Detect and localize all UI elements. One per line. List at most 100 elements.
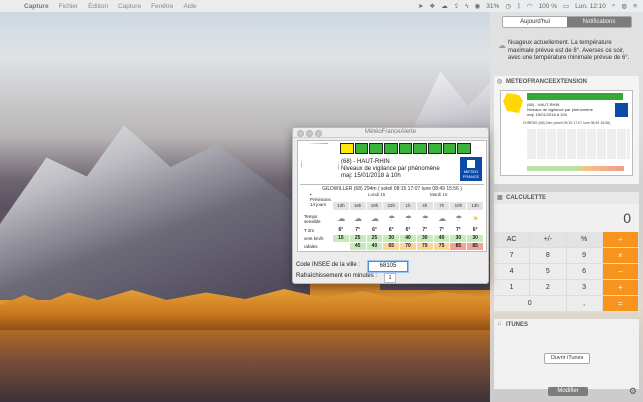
vigilance-storm-icon bbox=[369, 143, 384, 154]
meteo-extension-header: ◎ METEOFRANCEEXTENSION bbox=[497, 79, 588, 85]
location-icon[interactable]: ➤ bbox=[418, 2, 423, 10]
gust-cell: 70 bbox=[400, 243, 416, 250]
vigilance-wave-icon bbox=[457, 143, 472, 154]
itunes-widget: ♫ ITUNES Ouvrir iTunes bbox=[494, 319, 639, 389]
clock[interactable]: Lun. 12:10 bbox=[575, 3, 606, 10]
calc-key-plus[interactable]: + bbox=[602, 280, 639, 296]
siri-icon[interactable]: ◍ bbox=[622, 2, 628, 10]
gust-cell: 40 bbox=[366, 243, 383, 250]
calc-key-3[interactable]: 3 bbox=[566, 280, 603, 296]
search-icon[interactable]: ⌕ bbox=[612, 2, 616, 10]
vigilance-avalanche-icon bbox=[442, 143, 457, 154]
calc-key-divide[interactable]: ÷ bbox=[602, 232, 639, 248]
calc-key-8[interactable]: 8 bbox=[530, 248, 567, 264]
upload-icon[interactable]: ⇪ bbox=[454, 2, 459, 10]
calc-key-1[interactable]: 1 bbox=[494, 280, 531, 296]
code-insee-input[interactable]: 68105 bbox=[368, 261, 408, 272]
calc-key-5[interactable]: 5 bbox=[530, 264, 567, 280]
calc-key-sign[interactable]: +/- bbox=[530, 232, 567, 248]
battery-circle-icon[interactable]: ◉ bbox=[475, 2, 481, 10]
calc-key-minus[interactable]: − bbox=[602, 264, 639, 280]
cloud-rain-icon: ☂ bbox=[388, 214, 396, 223]
window-title: MétéoFranceAlerte bbox=[364, 129, 417, 135]
gust-cell-empty bbox=[333, 243, 349, 250]
battery-icon[interactable]: ▭ bbox=[563, 2, 569, 10]
menu-app-name[interactable]: Capture bbox=[24, 3, 49, 10]
calc-key-7[interactable]: 7 bbox=[494, 248, 531, 264]
open-itunes-button[interactable]: Ouvrir iTunes bbox=[544, 353, 590, 364]
close-window-button[interactable] bbox=[297, 130, 304, 137]
calc-key-4[interactable]: 4 bbox=[494, 264, 531, 280]
refresh-minutes-input[interactable]: 1 bbox=[384, 273, 396, 283]
calc-key-multiply[interactable]: × bbox=[602, 248, 639, 264]
itunes-app-icon: ♫ bbox=[497, 321, 502, 327]
time-machine-icon[interactable]: ◷ bbox=[505, 2, 511, 10]
cloud-rain-icon: ☁ bbox=[438, 214, 447, 223]
gust-cell: 70 bbox=[416, 243, 433, 250]
itunes-header: ♫ ITUNES bbox=[497, 321, 529, 328]
vigilance-bar bbox=[340, 143, 472, 154]
weather-icons-row: ☁ ☁ ☁ ☂ ☂ ☂ ☁ ☂ ☀ bbox=[333, 212, 484, 226]
hours-row: 13h 16h 19h 22h 1h 4h 7h 10h 13h bbox=[333, 202, 484, 210]
menu-fichier[interactable]: Fichier bbox=[59, 3, 79, 10]
tab-today[interactable]: Aujourd'hui bbox=[503, 17, 567, 27]
hour-cell: 1h bbox=[400, 202, 416, 210]
vigilance-wind-icon bbox=[340, 143, 354, 154]
calc-key-equals[interactable]: = bbox=[602, 296, 639, 312]
cloud-rain-icon: ☂ bbox=[455, 214, 463, 223]
dropbox-icon[interactable]: ❖ bbox=[429, 2, 435, 10]
wind-cell: 30 bbox=[383, 235, 400, 242]
department-map bbox=[301, 143, 339, 185]
bluetooth-icon[interactable]: ᛒ bbox=[517, 3, 521, 10]
vigilance-cold-icon bbox=[413, 143, 428, 154]
menu-capture[interactable]: Capture bbox=[118, 3, 141, 10]
window-titlebar[interactable]: MétéoFranceAlerte bbox=[293, 128, 488, 138]
calc-key-clear[interactable]: AC bbox=[494, 232, 531, 248]
hour-cell: 19h bbox=[366, 202, 383, 210]
cloud-rain-icon: ☁ bbox=[337, 214, 346, 223]
notification-center-icon[interactable]: ≡ bbox=[633, 3, 637, 10]
gear-icon[interactable]: ⚙ bbox=[629, 386, 637, 397]
refresh-label: Rafraîchissement en minutes : bbox=[296, 273, 378, 279]
day-label-1: Lundi 15 bbox=[368, 192, 386, 197]
battery-percent[interactable]: 31% bbox=[486, 3, 499, 10]
tab-notifications[interactable]: Notifications bbox=[567, 17, 631, 27]
meteo-mini-panel[interactable]: (68) - HAUT-RHIN Niveaux de vigilance pa… bbox=[500, 90, 633, 176]
calc-key-percent[interactable]: % bbox=[566, 232, 603, 248]
meteo-app-icon: ◎ bbox=[497, 79, 503, 85]
mini-department-map bbox=[503, 93, 523, 113]
menu-fenetre[interactable]: Fenêtre bbox=[151, 3, 173, 10]
background-lake bbox=[0, 330, 490, 402]
calculator-keypad: AC +/- % ÷ 7 8 9 × 4 5 6 − 1 2 3 + 0 , = bbox=[494, 232, 639, 312]
wind-cell: 40 bbox=[400, 235, 416, 242]
calc-key-9[interactable]: 9 bbox=[566, 248, 603, 264]
meteo-alert-panel[interactable]: (68) - HAUT-RHIN Niveaux de vigilance pa… bbox=[297, 140, 487, 252]
location-line: GILDWILLER (68) 294m ( soleil 08:15 17:0… bbox=[300, 184, 484, 192]
zoom-window-button[interactable] bbox=[315, 130, 322, 137]
code-insee-field-row: Code INSEE de la ville : 68105 bbox=[296, 261, 486, 272]
minimize-window-button[interactable] bbox=[306, 130, 313, 137]
modifier-button[interactable]: Modifier bbox=[548, 387, 588, 396]
mini-forecast-grid bbox=[527, 129, 630, 159]
menu-edition[interactable]: Édition bbox=[88, 3, 108, 10]
row-label-gusts: rafales bbox=[304, 244, 318, 249]
menu-aide[interactable]: Aide bbox=[183, 3, 196, 10]
sun-cloud-icon: ☀ bbox=[472, 214, 480, 223]
cloud-icon[interactable]: ☁ bbox=[441, 2, 448, 10]
flash-icon[interactable]: ϟ bbox=[465, 3, 468, 10]
calc-key-0[interactable]: 0 bbox=[494, 296, 567, 312]
row-label-sky: Temps sensible bbox=[304, 214, 321, 224]
temp-cell: 6° bbox=[338, 227, 344, 233]
forecast-14-days-link[interactable]: • Prévisions 14 jours bbox=[310, 192, 331, 207]
wifi-icon[interactable]: ◠ bbox=[527, 2, 533, 10]
refresh-field-row: Rafraîchissement en minutes : 1 bbox=[296, 273, 486, 283]
battery-label[interactable]: 100 % bbox=[539, 3, 557, 10]
calculator: 0 AC +/- % ÷ 7 8 9 × 4 5 6 − 1 2 3 + 0 , bbox=[494, 204, 639, 324]
cloud-rain-icon: ☂ bbox=[404, 214, 413, 223]
hour-cell: 13h bbox=[333, 202, 349, 210]
status-menus: ➤ ❖ ☁ ⇪ ϟ ◉ 31% ◷ ᛒ ◠ 100 % ▭ Lun. 12:10… bbox=[418, 0, 637, 12]
calc-key-6[interactable]: 6 bbox=[566, 264, 603, 280]
calc-key-comma[interactable]: , bbox=[566, 296, 603, 312]
apple-icon[interactable] bbox=[8, 2, 16, 10]
calc-key-2[interactable]: 2 bbox=[530, 280, 567, 296]
